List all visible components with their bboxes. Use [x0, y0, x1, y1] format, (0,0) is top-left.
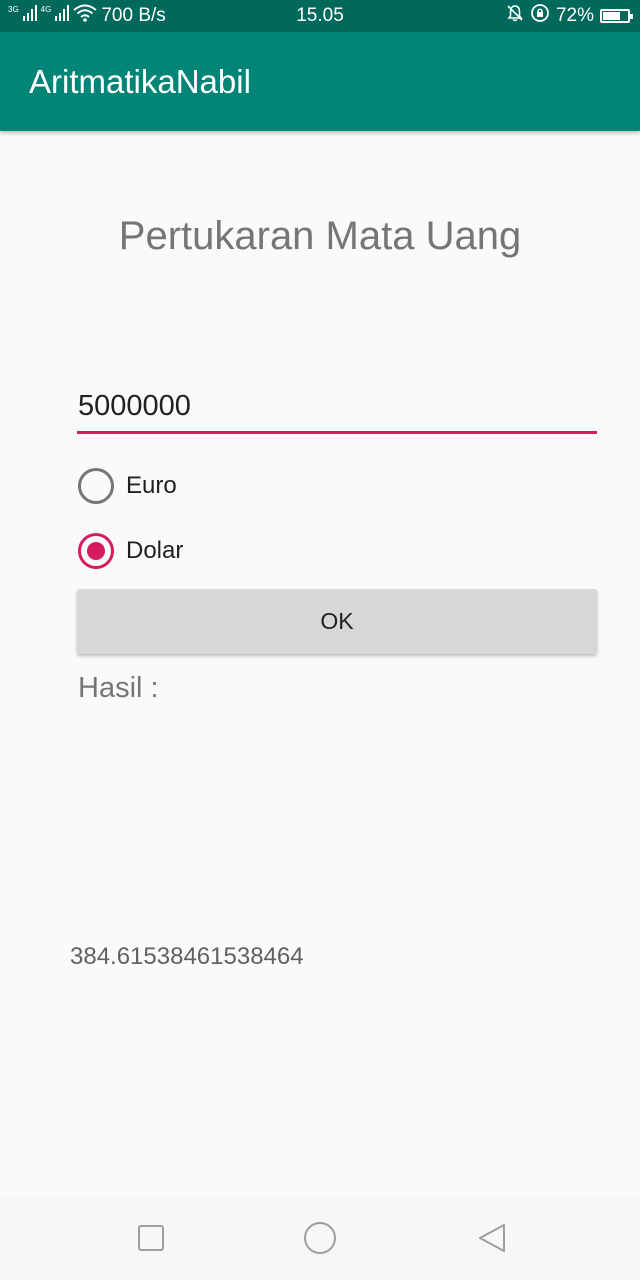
status-bar: 3G 4G 700 B/s 15.05 72%: [0, 0, 640, 32]
navigation-bar: [0, 1196, 640, 1280]
status-right: 72%: [506, 0, 633, 32]
result-label: Hasil :: [78, 672, 159, 704]
wifi-icon: [73, 4, 97, 28]
radio-unchecked-icon[interactable]: [78, 468, 114, 504]
signal-icon: [22, 5, 37, 27]
rotation-lock-icon: [530, 3, 550, 29]
home-icon[interactable]: [302, 1220, 338, 1256]
signal-icon: [55, 5, 70, 27]
radio-label: Dolar: [126, 537, 184, 564]
network-speed: 700 B/s: [101, 5, 166, 26]
radio-option-euro[interactable]: Euro: [78, 466, 177, 506]
radio-option-dolar[interactable]: Dolar: [78, 531, 183, 571]
ok-button[interactable]: OK: [77, 589, 597, 654]
back-icon[interactable]: [474, 1220, 510, 1256]
network-type-label: 4G: [40, 5, 52, 14]
status-left: 3G 4G 700 B/s: [8, 0, 166, 32]
battery-fill: [603, 12, 621, 20]
radio-label: Euro: [126, 472, 177, 499]
app-title: AritmatikaNabil: [29, 62, 251, 100]
radio-checked-icon[interactable]: [78, 533, 114, 569]
amount-input-value: 5000000: [78, 390, 191, 422]
recents-icon[interactable]: [133, 1220, 169, 1256]
result-value: 384.61538461538464: [70, 943, 304, 970]
amount-input[interactable]: 5000000: [77, 384, 597, 434]
network-type-label: 3G: [8, 5, 19, 14]
bell-muted-icon: [506, 4, 524, 28]
battery-level: 72%: [555, 5, 594, 26]
battery-icon: [600, 9, 633, 23]
page-heading: Pertukaran Mata Uang: [118, 214, 522, 258]
app-bar: AritmatikaNabil: [0, 32, 640, 131]
clock: 15.05: [296, 5, 344, 26]
radio-dot: [87, 542, 105, 560]
